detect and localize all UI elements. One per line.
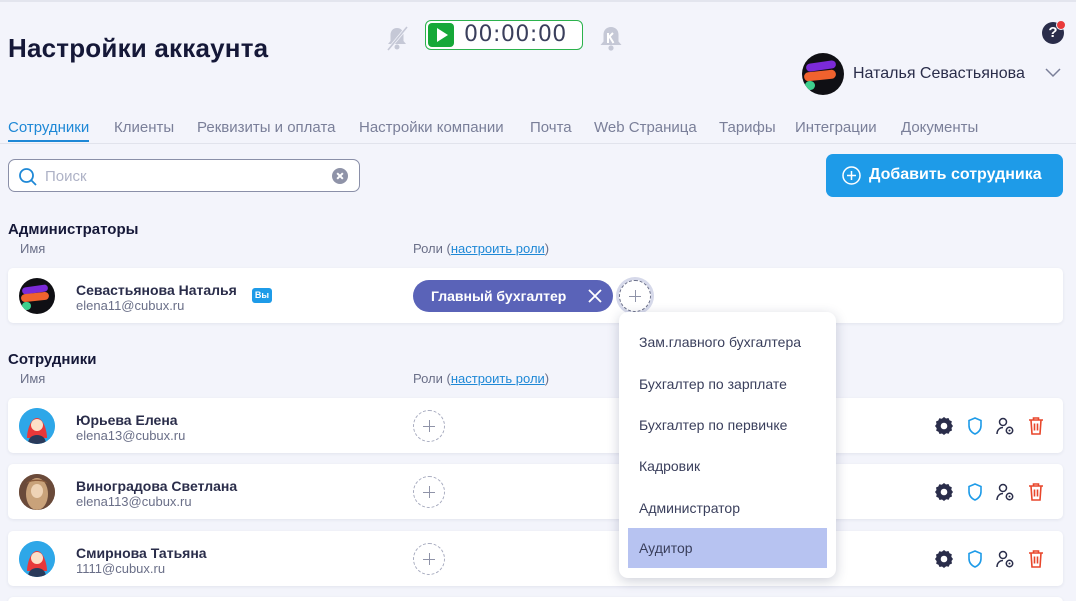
role-option[interactable]: Кадровик [628,446,827,486]
tab-documents[interactable]: Документы [901,119,978,136]
add-role-button[interactable] [413,543,445,575]
table-row[interactable]: Юрьева Елена elena13@cubux.ru [8,398,1063,453]
chevron-down-icon[interactable] [1045,65,1061,81]
tab-integrations[interactable]: Интеграции [795,119,877,136]
employee-name: Виноградова Светлана [76,478,238,494]
gear-icon[interactable] [933,548,955,570]
employees-col-name: Имя [20,371,46,386]
role-option[interactable]: Бухгалтер по первичке [628,405,827,445]
table-row[interactable]: Смирнова Татьяна 1111@cubux.ru [8,531,1063,586]
user-name: Наталья Севастьянова [853,65,1025,82]
employee-name: Севастьянова Наталья [76,282,237,298]
avatar [19,474,55,510]
user-settings-icon[interactable] [994,481,1016,503]
admins-col-roles: Роли (настроить роли) [413,241,550,256]
user-menu[interactable]: Наталья Севастьянова [802,53,1072,95]
row-actions [933,481,1053,503]
employee-email: elena13@cubux.ru [76,428,186,443]
role-dropdown: Зам.главного бухгалтера Бухгалтер по зар… [619,312,836,578]
role-chip-label: Главный бухгалтер [431,288,567,304]
avatar [19,278,55,314]
tabs-bar: Сотрудники Клиенты Реквизиты и оплата На… [8,119,1068,143]
row-actions [933,415,1053,437]
trash-icon[interactable] [1025,415,1047,437]
shield-icon[interactable] [964,548,986,570]
clear-search-icon[interactable] [332,168,348,184]
add-role-button[interactable] [619,280,651,312]
gear-icon[interactable] [933,481,955,503]
plus-circle-icon [842,166,861,185]
trash-icon[interactable] [1025,481,1047,503]
employees-col-roles: Роли (настроить роли) [413,371,550,386]
remove-role-icon[interactable] [588,289,602,303]
admins-section-title: Администраторы [8,221,139,238]
user-settings-icon[interactable] [994,415,1016,437]
employee-email: 1111@cubux.ru [76,561,166,576]
play-icon[interactable] [428,23,454,47]
add-employee-button[interactable]: Добавить сотрудника [826,154,1063,197]
page-title: Настройки аккаунта [8,33,269,63]
gear-icon[interactable] [933,415,955,437]
table-row[interactable]: Виноградова Светлана elena113@cubux.ru [8,464,1063,519]
tab-company-settings[interactable]: Настройки компании [359,119,504,136]
employee-email: elena11@cubux.ru [76,298,185,313]
tab-clients[interactable]: Клиенты [114,119,174,136]
avatar [802,53,844,95]
table-row[interactable] [8,597,1063,601]
employees-section-title: Сотрудники [8,351,97,368]
top-border [0,0,1076,2]
search-input[interactable] [45,166,325,186]
shield-icon[interactable] [964,481,986,503]
employee-name: Юрьева Елена [76,412,178,428]
row-actions [933,548,1053,570]
tab-web-page[interactable]: Web Страница [594,119,697,136]
user-settings-icon[interactable] [994,548,1016,570]
role-option[interactable]: Администратор [628,488,827,528]
tab-requisites[interactable]: Реквизиты и оплата [197,119,336,136]
role-option[interactable]: Бухгалтер по зарплате [628,364,827,404]
tab-mail[interactable]: Почта [530,119,572,136]
bell-muted-icon[interactable] [384,24,410,52]
search-box[interactable] [8,159,360,192]
table-row[interactable]: Севастьянова Наталья Вы elena11@cubux.ru… [8,268,1063,323]
employee-email: elena113@cubux.ru [76,494,192,509]
tabs-divider [0,143,1076,144]
timer-widget[interactable]: 00:00:00 [425,20,583,50]
trash-icon[interactable] [1025,548,1047,570]
admins-col-name: Имя [20,241,46,256]
help-icon[interactable]: ? [1042,20,1066,44]
avatar [19,541,55,577]
configure-roles-link[interactable]: настроить роли [451,371,545,386]
role-chip: Главный бухгалтер [413,280,613,312]
tab-tariffs[interactable]: Тарифы [719,119,776,136]
bell-k-icon[interactable] [597,24,625,52]
add-employee-label: Добавить сотрудника [869,166,1042,183]
avatar [19,408,55,444]
configure-roles-link[interactable]: настроить роли [451,241,545,256]
search-icon [19,168,37,186]
add-role-button[interactable] [413,476,445,508]
you-badge: Вы [252,288,272,303]
add-role-button[interactable] [413,410,445,442]
employee-name: Смирнова Татьяна [76,545,207,561]
timer-value: 00:00:00 [464,22,567,47]
shield-icon[interactable] [964,415,986,437]
role-option[interactable]: Зам.главного бухгалтера [628,322,827,362]
role-option-highlighted[interactable]: Аудитор [628,528,827,568]
tab-employees[interactable]: Сотрудники [8,119,90,142]
